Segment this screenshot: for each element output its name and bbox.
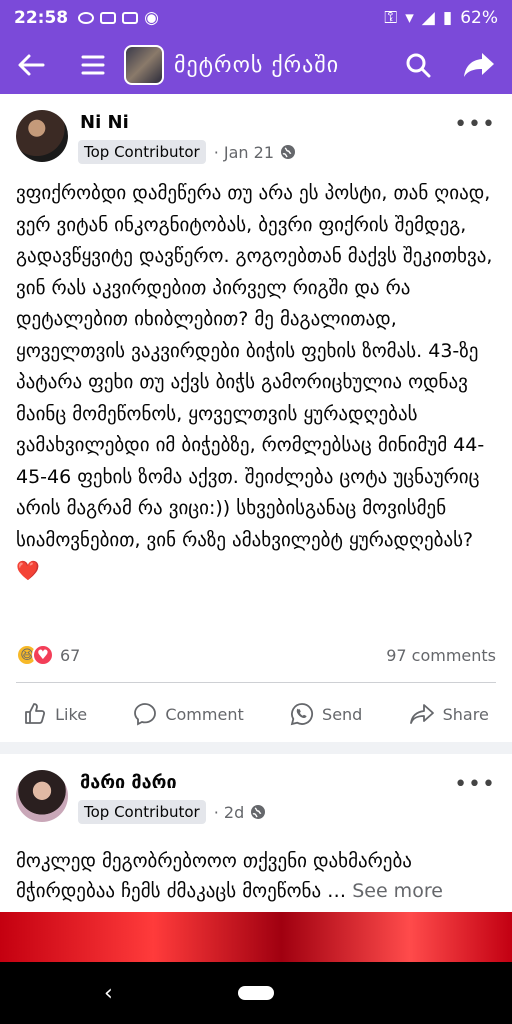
nav-home-pill[interactable] [238,986,274,1000]
post-body: მოკლედ მეგობრებოოო თქვენი დახმარება მჭირ… [16,846,496,906]
reactions-summary[interactable]: 😆 ♥ 67 [16,644,80,666]
globe-icon [281,145,295,159]
post-date[interactable]: 2d [224,803,244,822]
like-button[interactable]: Like [23,702,87,726]
comment-label: Comment [165,704,244,724]
menu-icon [81,55,105,75]
share-label: Share [442,704,489,724]
youtube-icon [100,12,117,24]
meta-separator: · [213,802,224,822]
comment-icon [134,703,157,726]
send-label: Send [322,704,363,724]
meta-separator: · [213,142,224,162]
group-toolbar: მეტროს ქრაში [0,36,512,94]
status-time: 22:58 [14,8,69,28]
post-author[interactable]: მარი მარი [80,772,177,793]
group-title[interactable]: მეტროს ქრაში [174,53,339,78]
whatsapp-icon [290,703,314,726]
avatar[interactable] [16,110,68,162]
signal-icon: ◢ [421,8,435,28]
send-button[interactable]: Send [290,702,362,726]
see-more-link[interactable]: See more [352,880,443,902]
viber-icon [78,12,95,24]
post-actions: Like Comment Send Share [0,694,512,734]
share-group-button[interactable] [446,36,512,94]
globe-icon [251,805,266,819]
battery-icon: ▮ [442,8,453,28]
nav-back-icon[interactable]: ‹ [104,981,113,1006]
post-author[interactable]: Ni Ni [80,112,129,133]
more-options-icon[interactable]: ••• [454,112,496,137]
youtube-icon-2 [122,12,139,24]
group-thumbnail[interactable] [124,45,164,85]
post-date[interactable]: Jan 21 [224,143,274,162]
post-meta: Top Contributor · Jan 21 [78,140,296,164]
hotspot-icon: ◉ [144,8,159,28]
notification-icons: ◉ [78,8,159,28]
key-icon: ⚿ [384,8,398,28]
search-icon [406,53,431,78]
status-bar: 22:58 ◉ ⚿ ▾ ◢ ▮ 62% [0,0,512,36]
post-body: ვფიქრობდი დამეწერა თუ არა ეს პოსტი, თან … [16,182,493,582]
share-icon [409,704,434,724]
avatar[interactable] [16,770,68,822]
reaction-count: 67 [60,645,81,665]
post-card: Ni Ni Top Contributor · Jan 21 ••• ვფიქრ… [0,94,512,742]
menu-button[interactable] [62,36,124,94]
share-arrow-icon [464,53,494,77]
top-contributor-badge[interactable]: Top Contributor [78,800,206,824]
top-contributor-badge[interactable]: Top Contributor [78,140,206,164]
search-button[interactable] [390,36,446,94]
thumbs-up-icon [25,703,46,724]
divider [16,682,496,683]
post-meta: Top Contributor · 2d [78,800,266,824]
comments-count[interactable]: 97 comments [386,646,496,665]
system-nav-bar: ‹ [0,962,512,1024]
comment-button[interactable]: Comment [133,702,244,726]
arrow-left-icon [18,54,45,76]
love-reaction-icon: ♥ [32,644,54,666]
wifi-icon: ▾ [405,8,414,28]
battery-percent: 62% [460,8,498,28]
like-label: Like [55,704,88,724]
post-image[interactable] [0,912,512,962]
more-options-icon[interactable]: ••• [454,772,496,797]
share-button[interactable]: Share [409,702,489,726]
back-button[interactable] [0,36,62,94]
